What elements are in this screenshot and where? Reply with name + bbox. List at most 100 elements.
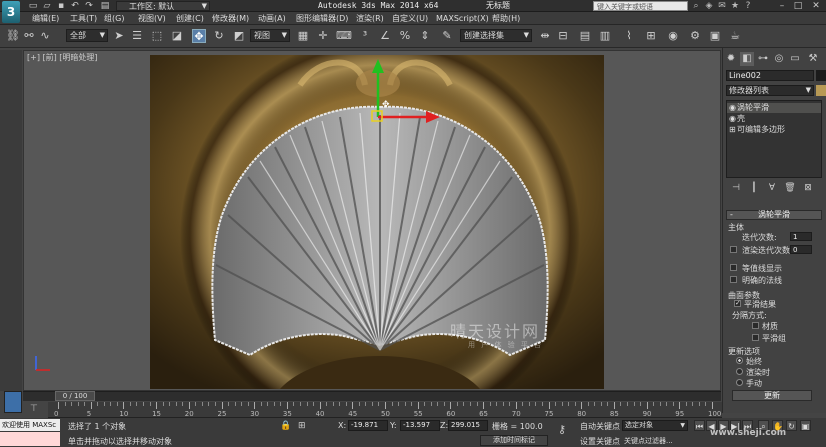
menu-customize[interactable]: 自定义(U) bbox=[392, 12, 428, 25]
keyboard-shortcut-override-icon[interactable]: ⌨ bbox=[336, 29, 352, 43]
create-tab-icon[interactable]: ✹ bbox=[724, 52, 738, 66]
menu-maxscript[interactable]: MAXScript(X) bbox=[436, 12, 489, 25]
time-slider-thumb[interactable]: 0 / 100 bbox=[55, 391, 95, 401]
select-and-scale-icon[interactable]: ◩ bbox=[232, 29, 246, 43]
menu-rendering[interactable]: 渲染(R) bbox=[356, 12, 384, 25]
select-by-name-icon[interactable]: ☰ bbox=[130, 29, 144, 43]
always-radio[interactable] bbox=[736, 357, 743, 364]
lightbulb-icon[interactable]: ◉ bbox=[729, 103, 737, 113]
object-color-swatch[interactable] bbox=[816, 70, 826, 81]
x-coord-field[interactable]: -19.871 bbox=[348, 420, 388, 431]
material-editor-icon[interactable]: ◉ bbox=[666, 29, 680, 43]
layer-manager-icon[interactable]: ▥ bbox=[598, 29, 612, 43]
render-setup-icon[interactable]: ⚙ bbox=[688, 29, 702, 43]
workspace-dropdown[interactable]: 工作区: 默认 ▼ bbox=[116, 1, 210, 11]
mirror-icon[interactable]: ⇹ bbox=[538, 29, 552, 43]
search-input[interactable]: 键入关键字或短语 bbox=[593, 1, 688, 11]
maxscript-listener[interactable]: 欢迎使用 MAXSc bbox=[0, 419, 60, 431]
save-file-icon[interactable]: ▪ bbox=[56, 1, 66, 11]
utilities-tab-icon[interactable]: ⚒ bbox=[806, 52, 820, 66]
make-unique-icon[interactable]: ∀ bbox=[766, 182, 778, 194]
redo-icon[interactable]: ↷ bbox=[84, 1, 94, 11]
orbit-icon[interactable]: ↻ bbox=[786, 420, 797, 431]
menu-tools[interactable]: 工具(T) bbox=[70, 12, 97, 25]
isoline-checkbox[interactable] bbox=[730, 264, 737, 271]
align-icon[interactable]: ⊟ bbox=[556, 29, 570, 43]
manually-radio[interactable] bbox=[736, 379, 743, 386]
go-to-start-icon[interactable]: ⏮ bbox=[694, 420, 705, 431]
explicit-normals-checkbox[interactable] bbox=[730, 276, 737, 283]
modifier-stack[interactable]: ◉涡轮平滑 ◉壳 ⊞可编辑多边形 bbox=[726, 100, 822, 178]
angle-snap-icon[interactable]: ∠ bbox=[378, 29, 392, 43]
lightbulb-icon[interactable]: ◉ bbox=[729, 114, 737, 124]
unlink-icon[interactable]: ⚯ bbox=[22, 29, 36, 43]
app-logo-icon[interactable]: 3 bbox=[2, 1, 20, 23]
close-button[interactable]: ✕ bbox=[810, 0, 822, 12]
modifier-sets-swatch[interactable] bbox=[816, 85, 826, 96]
subscription-icon[interactable]: ◈ bbox=[703, 0, 715, 12]
schematic-view-icon[interactable]: ⊞ bbox=[644, 29, 658, 43]
smooth-result-checkbox[interactable] bbox=[734, 299, 741, 307]
spinner-snap-icon[interactable]: ⇕ bbox=[418, 29, 432, 43]
configure-modifier-sets-icon[interactable]: ⊠ bbox=[802, 182, 814, 194]
stack-item-turbosmooth[interactable]: ◉涡轮平滑 bbox=[727, 103, 821, 113]
selection-filter-dropdown[interactable]: 全部 ▼ bbox=[66, 29, 108, 42]
menu-create[interactable]: 创建(C) bbox=[176, 12, 204, 25]
binoculars-icon[interactable]: ⌕ bbox=[690, 0, 702, 12]
undo-icon[interactable]: ↶ bbox=[70, 1, 80, 11]
display-tab-icon[interactable]: ▭ bbox=[788, 52, 802, 66]
scene-explorer-icon[interactable]: ▤ bbox=[578, 29, 592, 43]
render-production-icon[interactable]: ☕ bbox=[728, 29, 742, 43]
when-rendering-radio[interactable] bbox=[736, 368, 743, 375]
stack-item-shell[interactable]: ◉壳 bbox=[729, 114, 745, 124]
menu-views[interactable]: 视图(V) bbox=[138, 12, 166, 25]
iterations-spinner[interactable]: 1 bbox=[790, 232, 812, 241]
pin-stack-icon[interactable]: ⊣ bbox=[730, 182, 742, 194]
curve-editor-icon[interactable]: ⌇ bbox=[622, 29, 636, 43]
reference-coordinate-dropdown[interactable]: 视图 ▼ bbox=[250, 29, 290, 42]
key-selection-dropdown[interactable]: 选定对象 ▼ bbox=[622, 420, 688, 431]
maximize-viewport-icon[interactable]: ▣ bbox=[800, 420, 811, 431]
modifier-list-dropdown[interactable]: 修改器列表 ▼ bbox=[726, 85, 814, 96]
pivot-center-icon[interactable]: ▦ bbox=[296, 29, 310, 43]
menu-graph-editors[interactable]: 图形编辑器(D) bbox=[296, 12, 348, 25]
rollout-turbosmooth-header[interactable]: - 涡轮平滑 bbox=[726, 210, 822, 220]
materials-checkbox[interactable] bbox=[752, 322, 759, 329]
help-icon[interactable]: ? bbox=[742, 0, 754, 12]
menu-help[interactable]: 帮助(H) bbox=[492, 12, 520, 25]
rectangular-selection-icon[interactable]: ⬚ bbox=[150, 29, 164, 43]
select-object-icon[interactable]: ➤ bbox=[112, 29, 126, 43]
motion-tab-icon[interactable]: ◎ bbox=[772, 52, 786, 66]
lock-selection-icon[interactable]: 🔒 bbox=[280, 421, 291, 431]
show-end-result-icon[interactable]: ┃ bbox=[748, 182, 760, 194]
expand-plus-icon[interactable]: ⊞ bbox=[729, 125, 737, 135]
absolute-mode-icon[interactable]: ⊞ bbox=[298, 421, 306, 431]
favorites-icon[interactable]: ★ bbox=[729, 0, 741, 12]
select-and-rotate-icon[interactable]: ↻ bbox=[212, 29, 226, 43]
viewport-label[interactable]: [+] [前] [明暗处理] bbox=[27, 52, 98, 63]
project-folder-icon[interactable]: ▤ bbox=[100, 1, 110, 11]
remove-modifier-icon[interactable]: 🗑 bbox=[784, 182, 796, 194]
update-button[interactable]: 更新 bbox=[732, 390, 812, 401]
mini-curve-editor-icon[interactable] bbox=[4, 391, 22, 413]
auto-key-button[interactable]: 自动关键点 bbox=[580, 421, 620, 432]
menu-edit[interactable]: 编辑(E) bbox=[32, 12, 59, 25]
key-filters-button[interactable]: 关键点过滤器... bbox=[624, 436, 673, 446]
key-icon[interactable]: ⚷ bbox=[558, 423, 566, 436]
y-coord-field[interactable]: -13.597 bbox=[400, 420, 440, 431]
window-crossing-icon[interactable]: ◪ bbox=[170, 29, 184, 43]
maxscript-output[interactable] bbox=[0, 432, 60, 446]
maximize-button[interactable]: □ bbox=[792, 0, 804, 12]
stack-item-editable-poly[interactable]: ⊞可编辑多边形 bbox=[729, 125, 785, 135]
percent-snap-icon[interactable]: % bbox=[398, 29, 412, 43]
new-file-icon[interactable]: ▭ bbox=[28, 1, 38, 11]
time-slider[interactable] bbox=[23, 391, 721, 401]
menu-group[interactable]: 组(G) bbox=[104, 12, 124, 25]
modify-tab-icon[interactable]: ◧ bbox=[740, 52, 754, 66]
minimize-button[interactable]: – bbox=[776, 0, 788, 12]
hierarchy-tab-icon[interactable]: ⊶ bbox=[756, 52, 770, 66]
add-time-tag-button[interactable]: 添加时间标记 bbox=[480, 435, 548, 446]
track-bar-filter-icon[interactable]: ⊤ bbox=[30, 404, 38, 414]
set-key-button[interactable]: 设置关键点 bbox=[580, 436, 620, 447]
object-name-field[interactable]: Line002 bbox=[726, 70, 814, 81]
